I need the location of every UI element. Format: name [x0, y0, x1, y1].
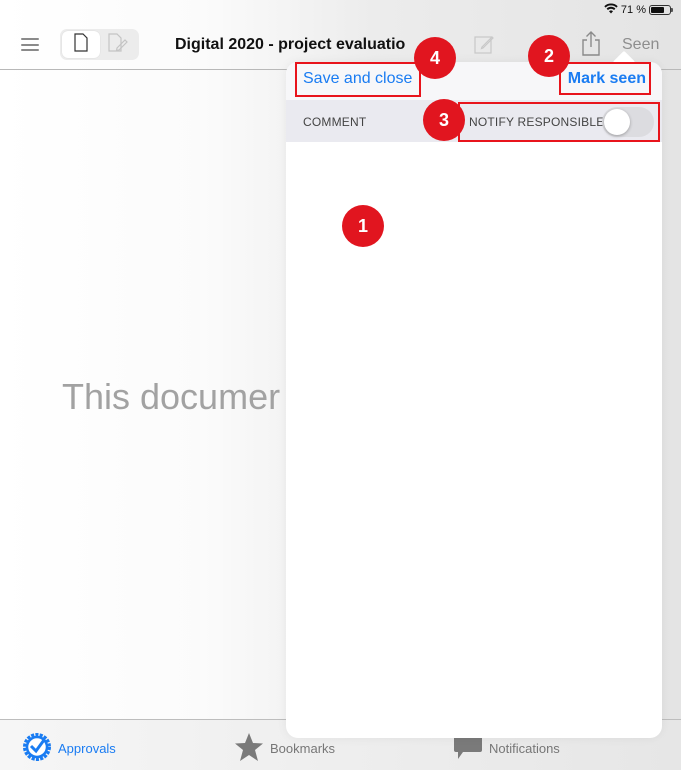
document-icon [74, 32, 88, 57]
wifi-icon [604, 3, 618, 17]
annotation-badge-4: 4 [414, 37, 456, 79]
comment-options-bar: COMMENT NOTIFY RESPONSIBLE [286, 100, 662, 142]
tab-approvals[interactable]: Approvals [22, 732, 116, 765]
document-edit-icon [108, 32, 129, 57]
approval-badge-icon [22, 732, 52, 765]
annotation-badge-1: 1 [342, 205, 384, 247]
annotation-badge-2: 2 [528, 35, 570, 77]
document-placeholder-text: This documer [62, 376, 281, 417]
tab-label: Bookmarks [270, 741, 336, 756]
status-indicators: 71 % [604, 3, 673, 17]
notify-responsible-label: NOTIFY RESPONSIBLE [469, 115, 605, 129]
document-view-segment[interactable] [62, 31, 100, 58]
view-mode-segmented-control [60, 29, 139, 60]
save-and-close-button[interactable]: Save and close [303, 70, 412, 88]
tab-label: Approvals [58, 741, 116, 756]
hamburger-menu-icon[interactable] [21, 38, 39, 51]
document-title: Digital 2020 - project evaluatio [175, 36, 406, 53]
tab-label: Notifications [489, 741, 560, 756]
seen-button[interactable]: Seen [622, 36, 659, 54]
annotation-badge-3: 3 [423, 99, 465, 141]
edit-icon[interactable] [474, 34, 494, 59]
battery-icon [649, 5, 673, 15]
comment-popover: Save and close Mark seen COMMENT NOTIFY … [286, 50, 662, 738]
status-bar: 71 % [0, 0, 681, 20]
star-icon [234, 732, 264, 765]
mark-seen-button[interactable]: Mark seen [568, 70, 646, 88]
toggle-knob [604, 109, 630, 135]
share-icon[interactable] [580, 30, 602, 61]
battery-percent: 71 % [620, 4, 646, 16]
app-screen: 71 % Digital 2020 - project evaluatio Se… [0, 0, 681, 770]
popover-header: Save and close Mark seen [286, 62, 662, 100]
annotate-view-segment[interactable] [100, 31, 138, 58]
comment-label: COMMENT [303, 115, 367, 129]
notify-responsible-toggle[interactable] [602, 107, 654, 137]
